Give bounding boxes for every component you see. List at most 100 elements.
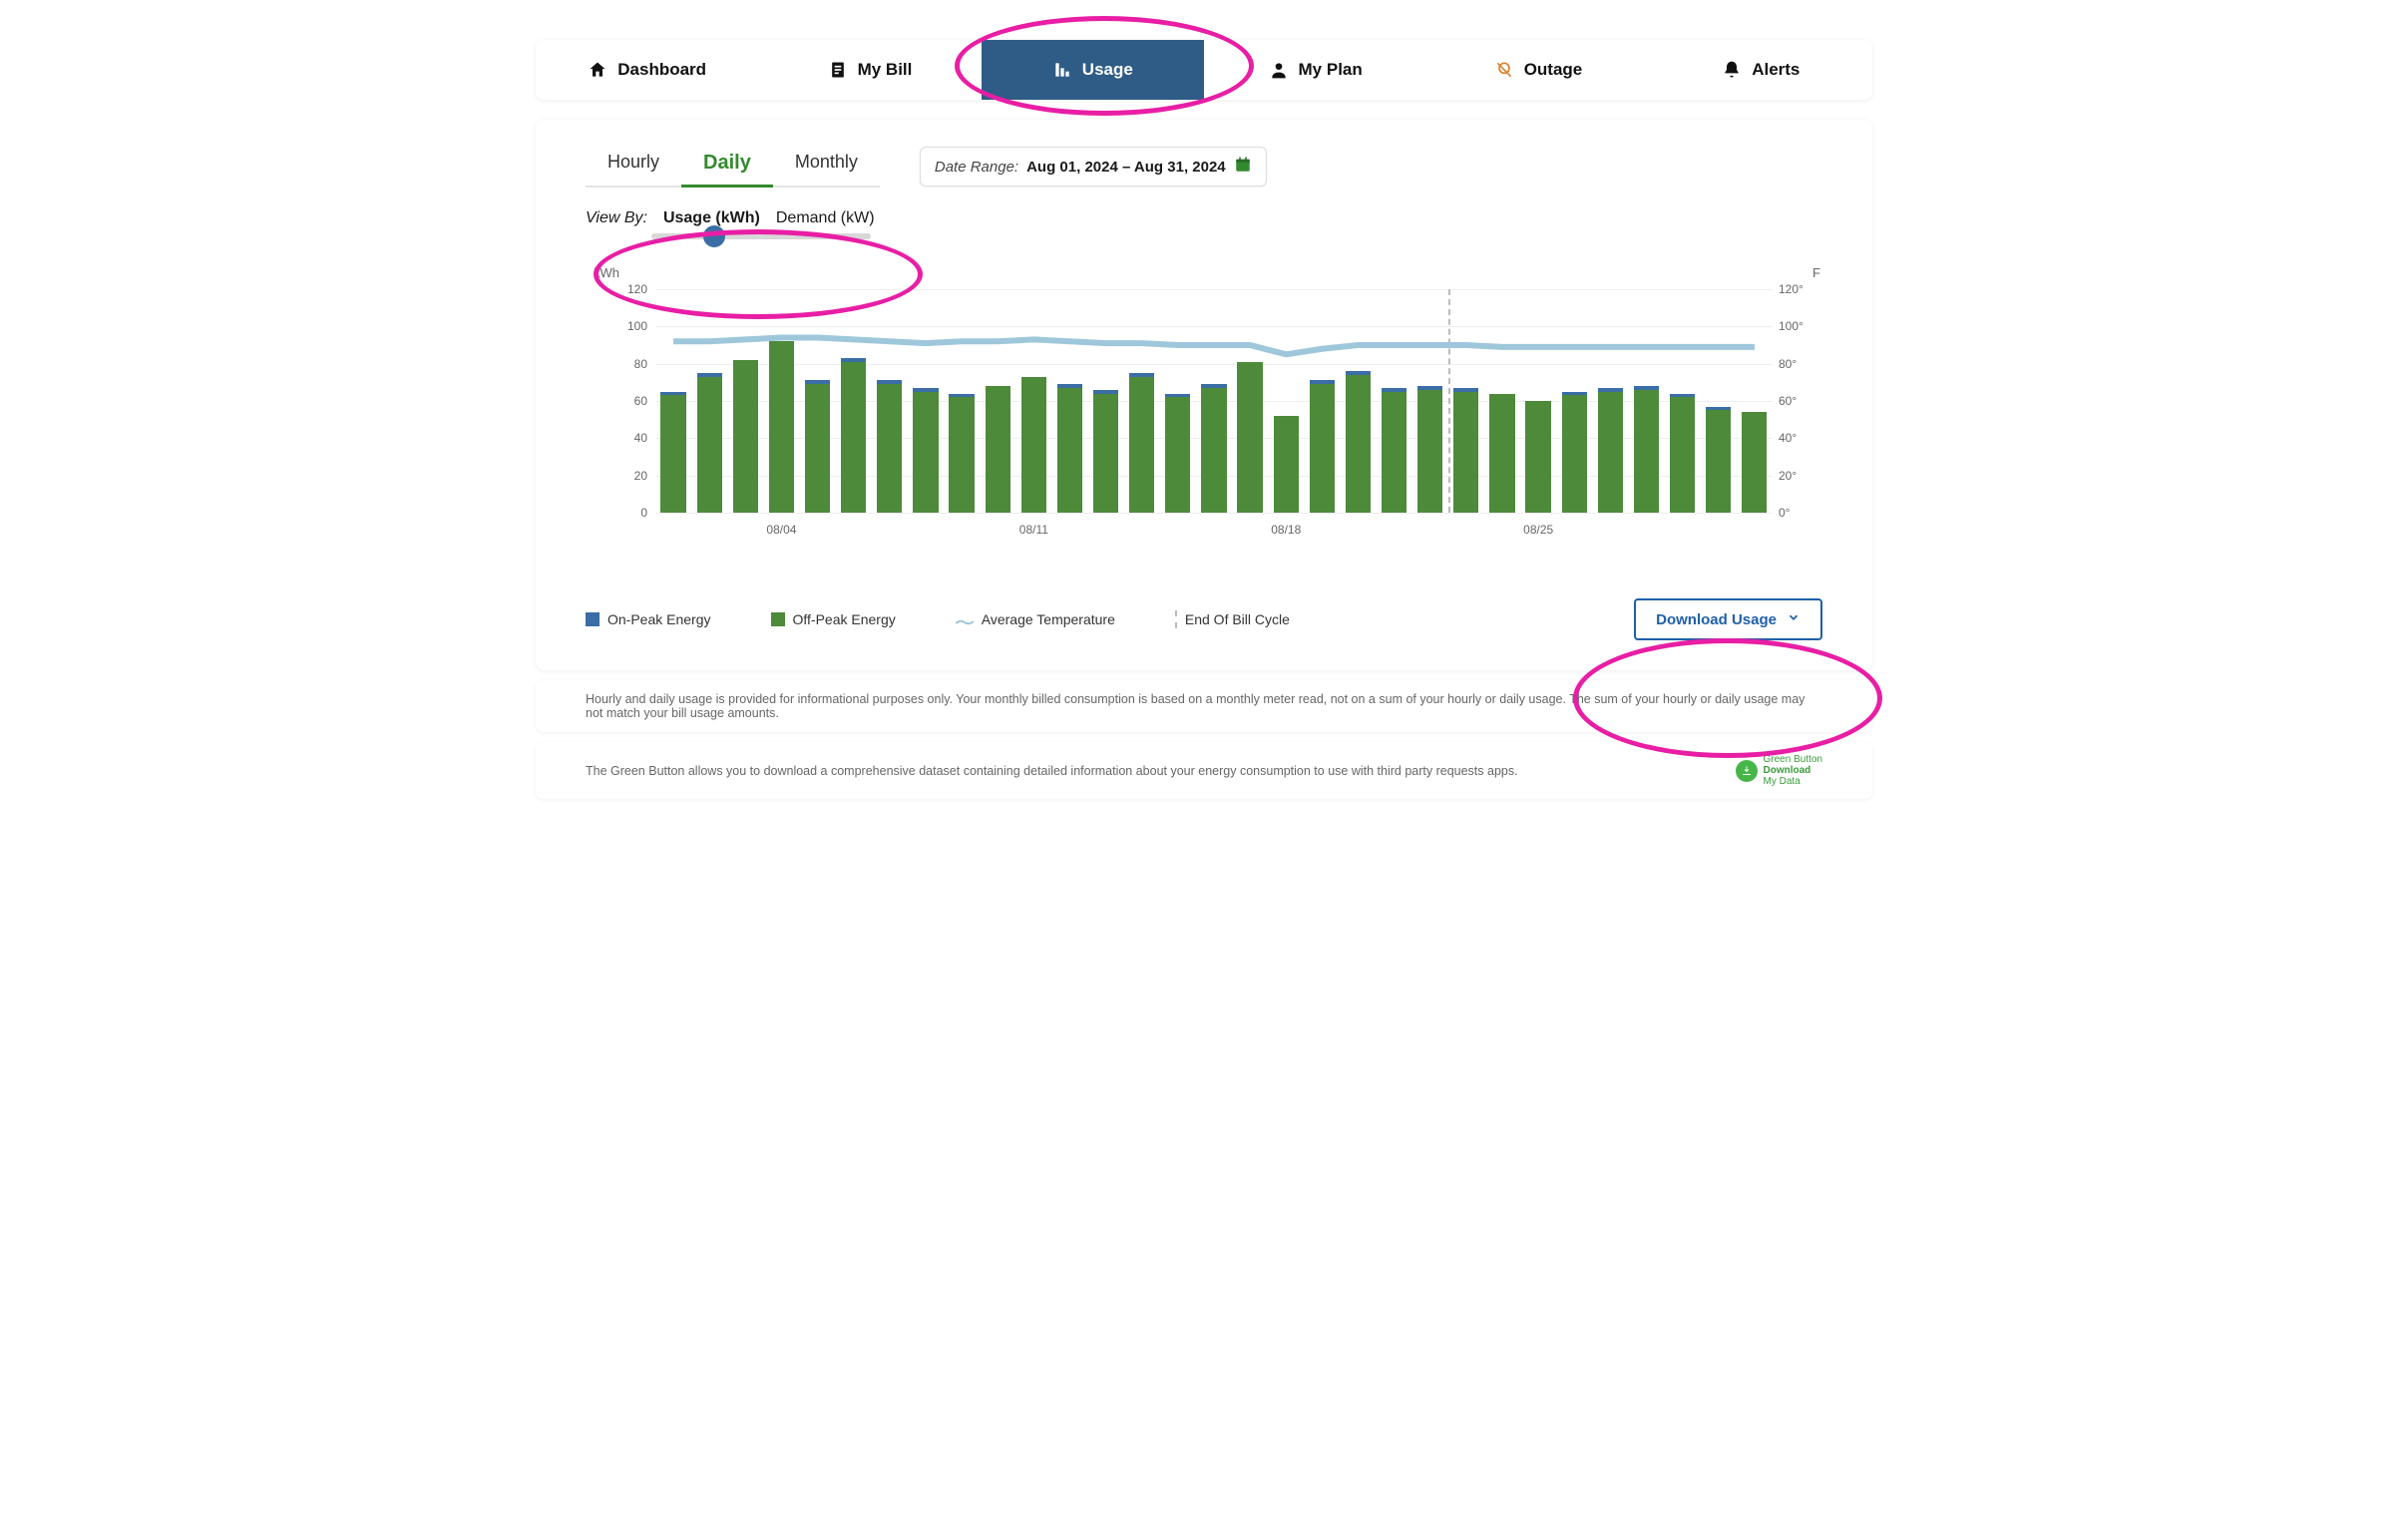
bar-day[interactable] [1196, 289, 1232, 513]
bar-day[interactable] [1448, 289, 1484, 513]
bar-day[interactable] [1737, 289, 1773, 513]
bar-day[interactable] [836, 289, 872, 513]
chart-legend: On-Peak Energy Off-Peak Energy Average T… [586, 598, 1822, 640]
bar-day[interactable] [908, 289, 944, 513]
ytick-right: 20° [1779, 469, 1816, 483]
download-label: Download Usage [1656, 611, 1777, 628]
disclaimer-footer: Hourly and daily usage is provided for i… [536, 680, 1872, 732]
usage-card: Hourly Daily Monthly Date Range: Aug 01,… [536, 120, 1872, 670]
temp-swatch-icon [956, 614, 974, 624]
bar-day[interactable] [1628, 289, 1664, 513]
bar-day[interactable] [1412, 289, 1448, 513]
date-range-label: Date Range: [935, 159, 1018, 176]
bar-day[interactable] [980, 289, 1015, 513]
bar-day[interactable] [1088, 289, 1124, 513]
y-axis-right-label: F [1812, 265, 1820, 280]
bar-day[interactable] [655, 289, 691, 513]
nav-label: My Plan [1299, 60, 1363, 80]
legend-avg-temp: Average Temperature [956, 611, 1115, 627]
nav-usage[interactable]: Usage [982, 40, 1204, 100]
chevron-down-icon [1787, 610, 1801, 628]
ytick-left: 20 [617, 469, 647, 483]
bell-icon [1722, 60, 1742, 80]
bar-day[interactable] [1232, 289, 1268, 513]
badge-line: My Data [1764, 776, 1822, 787]
ytick-right: 80° [1779, 357, 1816, 371]
green-button-download-badge[interactable]: Green Button Download My Data [1736, 754, 1822, 787]
ytick-left: 40 [617, 431, 647, 445]
disclaimer-text: Hourly and daily usage is provided for i… [586, 692, 1822, 720]
bar-day[interactable] [1484, 289, 1520, 513]
view-by-demand[interactable]: Demand (kW) [776, 209, 875, 227]
legend-label: On-Peak Energy [607, 611, 711, 627]
ytick-left: 60 [617, 394, 647, 408]
legend-label: End Of Bill Cycle [1185, 611, 1290, 627]
tab-daily[interactable]: Daily [681, 146, 773, 188]
off-peak-swatch-icon [771, 612, 785, 626]
bar-day[interactable] [872, 289, 908, 513]
legend-off-peak: Off-Peak Energy [771, 611, 896, 627]
nav-my-bill[interactable]: My Bill [758, 40, 981, 100]
eob-swatch-icon [1175, 610, 1177, 628]
home-icon [588, 60, 607, 80]
bar-day[interactable] [1665, 289, 1701, 513]
bar-day[interactable] [727, 289, 763, 513]
bill-icon [828, 60, 848, 80]
tab-monthly[interactable]: Monthly [773, 146, 880, 188]
bar-day[interactable] [1268, 289, 1304, 513]
nav-label: Alerts [1752, 60, 1800, 80]
tab-hourly[interactable]: Hourly [586, 146, 681, 188]
bar-day[interactable] [1124, 289, 1160, 513]
top-nav: Dashboard My Bill Usage My Plan Outage [536, 40, 1872, 100]
badge-line: Green Button [1764, 754, 1822, 765]
bar-day[interactable] [1701, 289, 1737, 513]
legend-end-of-bill: End Of Bill Cycle [1175, 610, 1290, 628]
bar-day[interactable] [1520, 289, 1556, 513]
bar-day[interactable] [800, 289, 836, 513]
ytick-right: 0° [1779, 506, 1816, 520]
nav-label: Usage [1082, 60, 1133, 80]
slider-thumb[interactable] [703, 225, 725, 247]
date-range-value: Aug 01, 2024 – Aug 31, 2024 [1026, 159, 1226, 176]
ytick-right: 40° [1779, 431, 1816, 445]
xtick-label: 08/25 [1523, 523, 1553, 537]
legend-on-peak: On-Peak Energy [586, 611, 711, 627]
legend-label: Off-Peak Energy [793, 611, 896, 627]
xtick-label: 08/04 [766, 523, 796, 537]
bar-day[interactable] [691, 289, 727, 513]
download-icon [1736, 760, 1758, 782]
ytick-left: 100 [617, 319, 647, 333]
bar-day[interactable] [763, 289, 799, 513]
person-icon [1269, 60, 1289, 80]
bar-day[interactable] [944, 289, 980, 513]
bar-day[interactable] [1592, 289, 1628, 513]
view-by-row: View By: Usage (kWh) Demand (kW) [586, 209, 1822, 227]
y-axis-left-label: kWh [594, 265, 619, 280]
nav-dashboard[interactable]: Dashboard [536, 40, 758, 100]
view-by-slider[interactable] [651, 233, 871, 239]
on-peak-swatch-icon [586, 612, 600, 626]
date-range-picker[interactable]: Date Range: Aug 01, 2024 – Aug 31, 2024 [920, 147, 1267, 187]
download-usage-button[interactable]: Download Usage [1634, 598, 1822, 640]
bar-day[interactable] [1304, 289, 1340, 513]
ytick-left: 0 [617, 506, 647, 520]
ytick-left: 120 [617, 282, 647, 296]
usage-chart: kWh F 00°2020°4040°6060°8080°100100°1201… [586, 289, 1822, 549]
bar-day[interactable] [1051, 289, 1087, 513]
ytick-right: 100° [1779, 319, 1816, 333]
bar-day[interactable] [1377, 289, 1412, 513]
view-by-label: View By: [586, 209, 647, 227]
bar-day[interactable] [1340, 289, 1376, 513]
calendar-icon [1234, 156, 1252, 178]
xtick-label: 08/11 [1019, 523, 1048, 537]
ytick-right: 60° [1779, 394, 1816, 408]
ytick-right: 120° [1779, 282, 1816, 296]
nav-my-plan[interactable]: My Plan [1204, 40, 1426, 100]
bar-day[interactable] [1015, 289, 1051, 513]
nav-outage[interactable]: Outage [1426, 40, 1649, 100]
bar-day[interactable] [1160, 289, 1196, 513]
nav-label: Dashboard [617, 60, 706, 80]
xtick-label: 08/18 [1271, 523, 1301, 537]
nav-alerts[interactable]: Alerts [1650, 40, 1872, 100]
bar-day[interactable] [1556, 289, 1592, 513]
